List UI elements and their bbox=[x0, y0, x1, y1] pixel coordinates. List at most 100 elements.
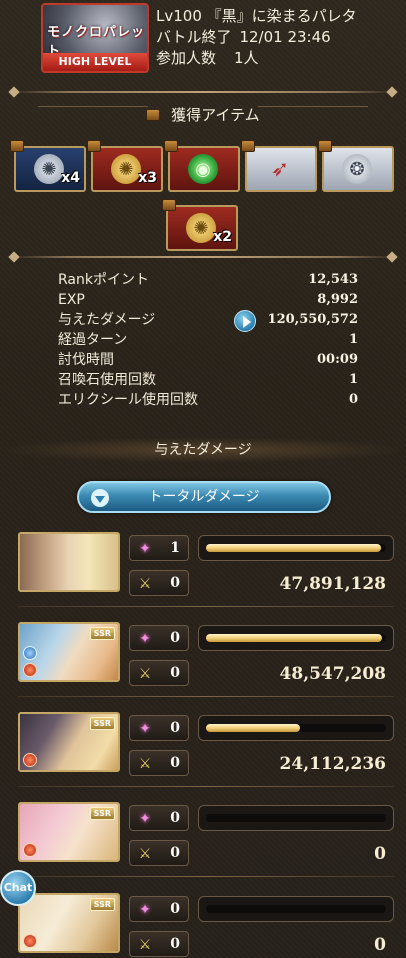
crossed-swords-icon: ⚔ bbox=[138, 937, 152, 953]
stat-label: 討伐時間 bbox=[58, 352, 114, 368]
gold-medal-icon: ✺ bbox=[186, 213, 216, 243]
stat-value: 120,550,572 bbox=[267, 312, 358, 327]
quest-level-badge: HIGH LEVEL bbox=[43, 53, 147, 71]
row-divider bbox=[18, 696, 394, 697]
stat-rank-points: Rankポイント 12,543 bbox=[58, 270, 358, 290]
damage-bar bbox=[198, 805, 394, 831]
items-title: 獲得アイテム bbox=[171, 106, 260, 124]
stat-label: エリクシール使用回数 bbox=[58, 392, 198, 408]
quest-header: モノクロパレット HIGH LEVEL Lv100 『黒』に染まるパレタ バトル… bbox=[0, 0, 406, 78]
damage-value: 48,547,208 bbox=[279, 664, 386, 684]
damage-value: 0 bbox=[374, 935, 386, 955]
silver-scroll-icon: ❂ bbox=[342, 154, 372, 184]
reward-item-silver-medal[interactable]: ✺ x4 bbox=[14, 146, 86, 192]
special-count-value: 1 bbox=[170, 540, 180, 556]
reward-item-gold-medal-2[interactable]: ✺ x2 bbox=[166, 205, 238, 251]
treasure-chest-icon bbox=[10, 140, 24, 152]
character-damage-row: SSR ✦ 0 ⚔ 0 0 bbox=[0, 893, 406, 958]
treasure-chest-icon bbox=[241, 140, 255, 152]
chevron-down-icon bbox=[91, 489, 109, 507]
enhancement-material-icon: ➶ bbox=[270, 156, 290, 182]
stat-label: 召喚石使用回数 bbox=[58, 372, 156, 388]
fire-element-icon bbox=[23, 663, 37, 677]
stat-label: 経過ターン bbox=[58, 332, 128, 348]
damage-value: 0 bbox=[374, 844, 386, 864]
ssr-badge: SSR bbox=[89, 627, 115, 640]
special-count-value: 0 bbox=[170, 720, 180, 736]
damage-bar bbox=[198, 715, 394, 741]
reward-item-silver-scroll[interactable]: ❂ bbox=[322, 146, 394, 192]
crossed-swords-icon: ⚔ bbox=[138, 846, 152, 862]
battle-end-value: 12/01 23:46 bbox=[239, 28, 331, 46]
crossed-swords-icon: ⚔ bbox=[138, 666, 152, 682]
total-damage-label: トータルダメージ bbox=[148, 489, 260, 505]
character-portrait[interactable]: SSR bbox=[18, 802, 120, 862]
special-attack-icon: ✦ bbox=[139, 631, 151, 647]
item-quantity: x2 bbox=[213, 229, 232, 245]
divider bbox=[8, 86, 398, 98]
attack-count-value: 0 bbox=[170, 845, 180, 861]
divider bbox=[8, 251, 398, 263]
treasure-chest-icon bbox=[164, 140, 178, 152]
stat-label: 与えたダメージ bbox=[58, 312, 156, 328]
reward-item-gold-medal[interactable]: ✺ x3 bbox=[91, 146, 163, 192]
attack-count: ⚔ 0 bbox=[129, 931, 189, 957]
reward-item-enhancement-material[interactable]: ➶ bbox=[245, 146, 317, 192]
stat-label: EXP bbox=[58, 292, 85, 308]
special-count-value: 0 bbox=[170, 901, 180, 917]
stat-value: 1 bbox=[348, 372, 358, 387]
fire-element-icon bbox=[23, 843, 37, 857]
ssr-badge: SSR bbox=[89, 717, 115, 730]
battle-stats: Rankポイント 12,543 EXP 8,992 与えたダメージ 120,55… bbox=[58, 270, 358, 410]
attack-count-value: 0 bbox=[170, 755, 180, 771]
stat-value: 00:09 bbox=[317, 352, 358, 367]
treasure-chest-icon bbox=[146, 109, 161, 121]
special-count: ✦ 0 bbox=[129, 896, 189, 922]
treasure-chest-icon bbox=[318, 140, 332, 152]
items-section-header: 獲得アイテム bbox=[0, 104, 406, 125]
damage-value: 47,891,128 bbox=[279, 574, 386, 594]
special-count: ✦ 0 bbox=[129, 625, 189, 651]
stat-summon-uses: 召喚石使用回数 1 bbox=[58, 370, 358, 390]
water-element-icon bbox=[23, 646, 37, 660]
attack-count-value: 0 bbox=[170, 665, 180, 681]
chat-button[interactable]: Chat bbox=[0, 870, 36, 906]
ssr-badge: SSR bbox=[89, 807, 115, 820]
special-count: ✦ 0 bbox=[129, 715, 189, 741]
reward-item-green-orb[interactable]: ◉ bbox=[168, 146, 240, 192]
damage-section-title: 与えたダメージ bbox=[0, 437, 406, 463]
play-icon[interactable] bbox=[234, 310, 256, 332]
character-portrait[interactable]: SSR bbox=[18, 712, 120, 772]
green-orb-icon: ◉ bbox=[188, 154, 218, 184]
character-damage-row: SSR ✦ 0 ⚔ 0 48,547,208 bbox=[0, 622, 406, 688]
stat-value: 1 bbox=[348, 332, 358, 347]
special-attack-icon: ✦ bbox=[139, 811, 151, 827]
damage-bar bbox=[198, 896, 394, 922]
stat-value: 12,543 bbox=[308, 272, 358, 287]
special-attack-icon: ✦ bbox=[139, 721, 151, 737]
gold-medal-icon: ✺ bbox=[111, 154, 141, 184]
stat-value: 0 bbox=[348, 392, 358, 407]
attack-count: ⚔ 0 bbox=[129, 570, 189, 596]
stat-damage-dealt: 与えたダメージ 120,550,572 bbox=[58, 310, 358, 332]
participants-label: 参加人数 bbox=[156, 49, 217, 67]
item-quantity: x3 bbox=[138, 170, 157, 186]
special-attack-icon: ✦ bbox=[139, 902, 151, 918]
damage-value: 24,112,236 bbox=[279, 754, 386, 774]
stat-clear-time: 討伐時間 00:09 bbox=[58, 350, 358, 370]
row-divider bbox=[18, 786, 394, 787]
damage-bar bbox=[198, 535, 394, 561]
character-portrait[interactable]: SSR bbox=[18, 622, 120, 682]
character-portrait[interactable] bbox=[18, 532, 120, 592]
special-count: ✦ 1 bbox=[129, 535, 189, 561]
character-portrait[interactable]: SSR bbox=[18, 893, 120, 953]
row-divider bbox=[18, 876, 394, 877]
fire-element-icon bbox=[23, 753, 37, 767]
stat-label: Rankポイント bbox=[58, 272, 149, 288]
participants-value: 1人 bbox=[234, 49, 259, 67]
quest-name: Lv100 『黒』に染まるパレタ bbox=[156, 7, 357, 25]
total-damage-dropdown[interactable]: トータルダメージ bbox=[77, 481, 331, 513]
battle-end-label: バトル終了 bbox=[156, 28, 232, 46]
row-divider bbox=[18, 606, 394, 607]
character-damage-row: SSR ✦ 0 ⚔ 0 0 bbox=[0, 802, 406, 868]
